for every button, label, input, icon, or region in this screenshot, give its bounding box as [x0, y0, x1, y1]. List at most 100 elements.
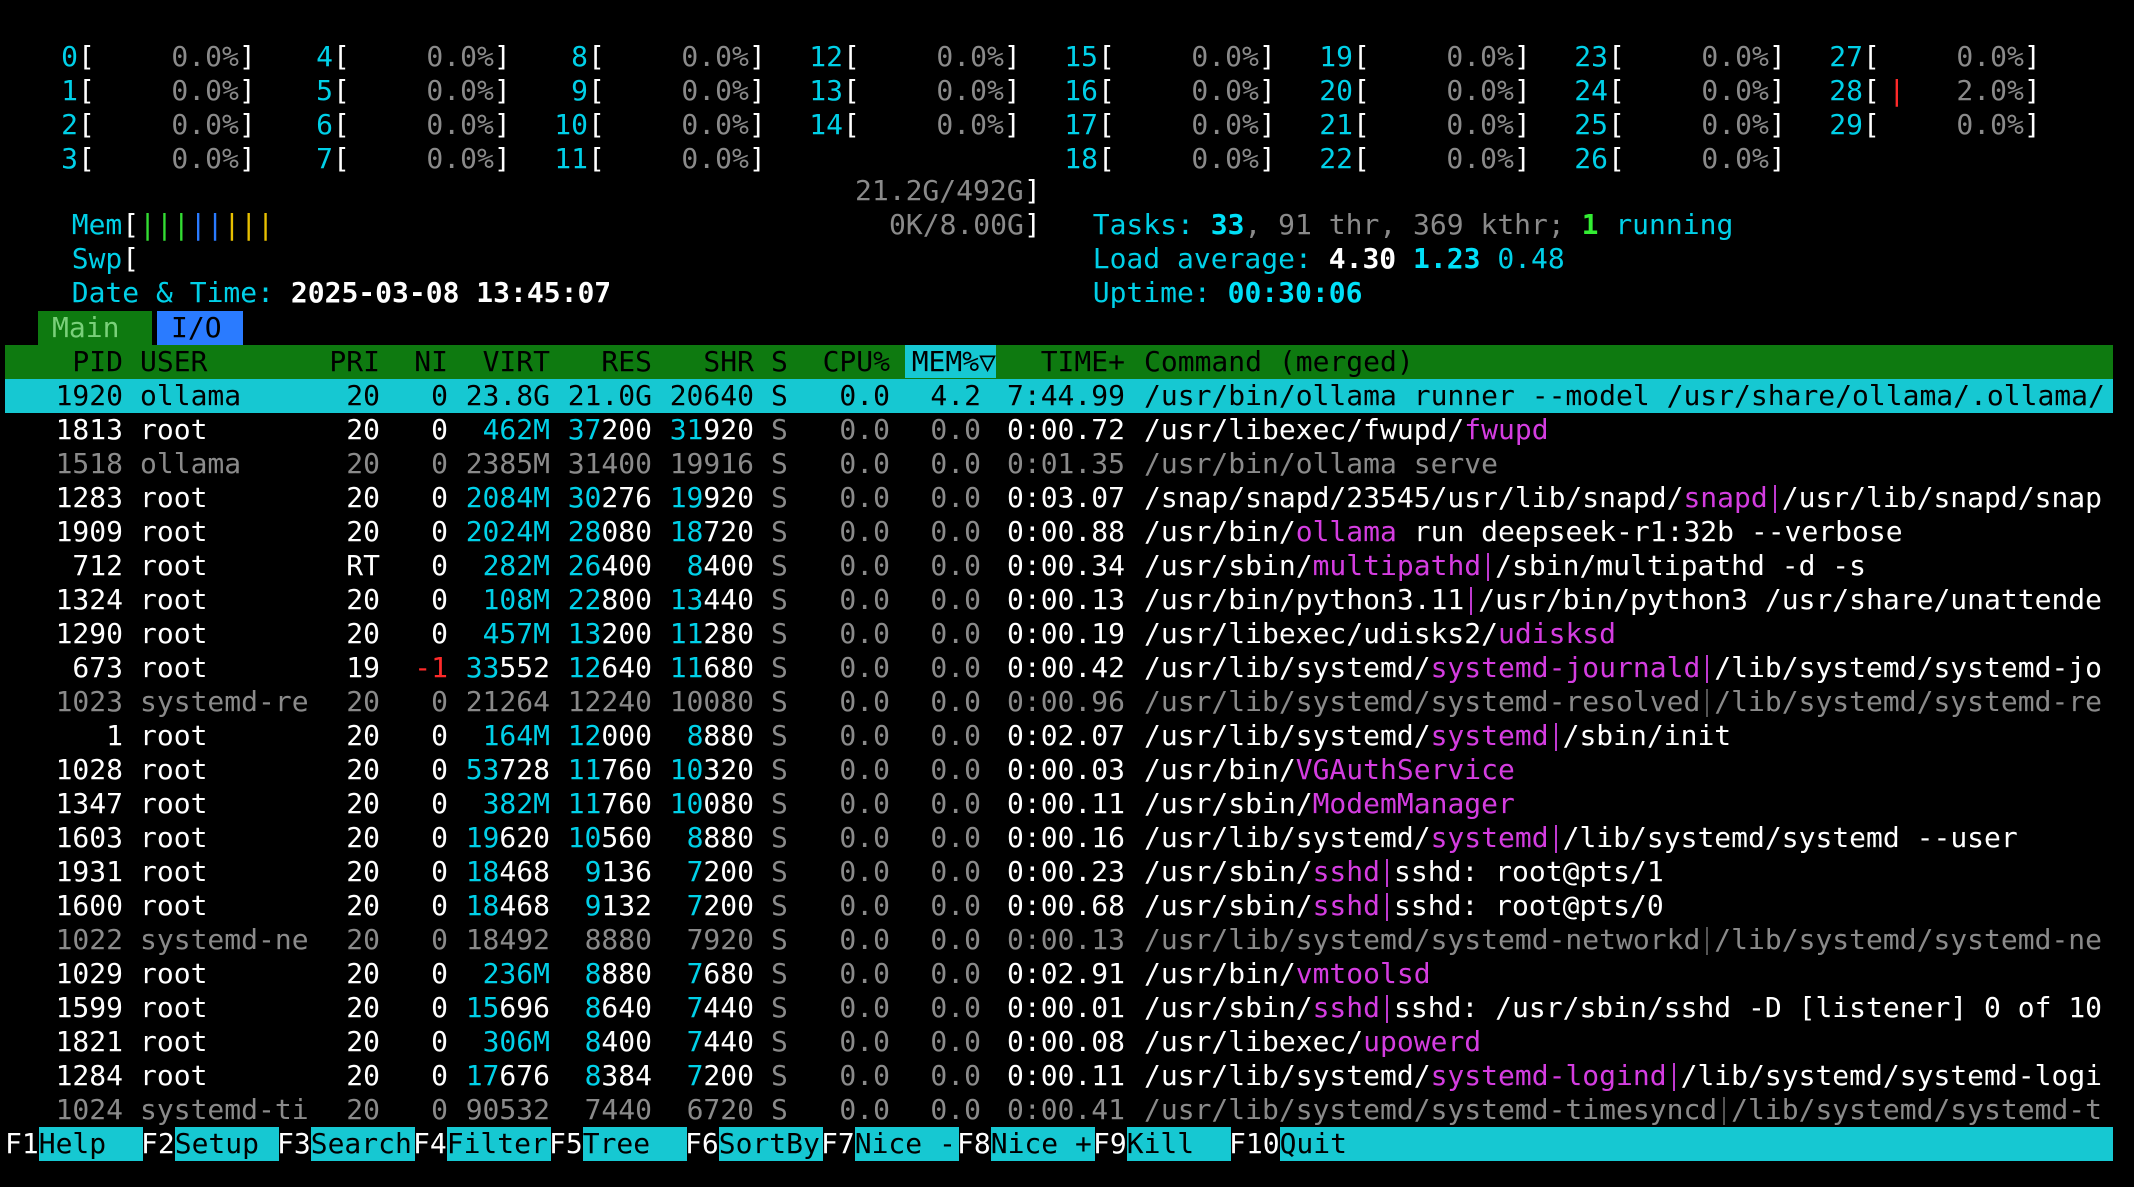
process-row[interactable]: 1920 ollama 20 0 23.8G 21.0G 20640 S 0.0 4.2 7:44.… — [5, 379, 2113, 413]
cell-pri: 20 — [346, 1093, 380, 1126]
fnkey-kill[interactable]: F9Kill — [1093, 1127, 1231, 1161]
col-virt[interactable]: VIRT — [448, 345, 550, 378]
col-command[interactable]: Command (merged) — [1144, 345, 1414, 378]
fnkey-label: Search — [310, 1127, 415, 1161]
process-row[interactable]: 1028 root 20 0 53728 11760 10320 S 0.0 0.0 0:00.03… — [5, 753, 2113, 787]
cpu-bracket-close: ] — [238, 142, 256, 175]
cell-cpu: 0.0 — [839, 991, 890, 1024]
process-row[interactable]: 1290 root 20 0 457M 13200 11280 S 0.0 0.0 0:00.19 /… — [5, 617, 2113, 651]
cpu-bracket-open: [ — [333, 142, 350, 175]
cell-mem: 0.0 — [930, 991, 981, 1024]
process-row[interactable]: 1813 root 20 0 462M 37200 31920 S 0.0 0.0 0:00.72 /… — [5, 413, 2113, 447]
cell-pid: 1024 — [55, 1093, 123, 1126]
cell-shr: 6720 — [686, 1093, 754, 1126]
cpu-meter-22: 22[0.0%] — [1302, 142, 1552, 176]
process-row[interactable]: 1022 systemd-ne 20 0 18492 8880 7920 S 0.0 0.0 0:0… — [5, 923, 2113, 957]
cell-ni: -1 — [414, 651, 448, 684]
process-row[interactable]: 1 root 20 0 164M 12000 8880 S 0.0 0.0 0:02.07/usr/… — [5, 719, 2113, 753]
cell-command: /usr/bin/VGAuthService — [1144, 753, 1515, 786]
cell-pri: 20 — [346, 379, 380, 412]
cell-ni: 0 — [431, 787, 448, 820]
cell-mem: 0.0 — [930, 889, 981, 922]
process-row[interactable]: 1600 root 20 0 18468 9132 7200 S 0.0 0.0 0:00.68/u… — [5, 889, 2113, 923]
col-shr[interactable]: SHR — [652, 345, 754, 378]
cpu-value: 0.0% — [171, 142, 239, 175]
cell-mem: 0.0 — [930, 651, 981, 684]
fnkey-quit[interactable]: F10Quit — [1229, 1127, 2113, 1161]
cpu-number: 28 — [1829, 74, 1863, 107]
cell-time: 0:00.72 — [1006, 413, 1125, 446]
fnkey-label: Quit — [1279, 1127, 2113, 1161]
cpu-bracket-open: [ — [1608, 108, 1625, 141]
cell-ni: 0 — [431, 923, 448, 956]
fnkey-search[interactable]: F3Search — [277, 1127, 415, 1161]
cell-s: S — [771, 549, 788, 582]
process-row[interactable]: 1821 root 20 0 306M 8400 7440 S 0.0 0.0 0:00.08/us… — [5, 1025, 2113, 1059]
fnkey-label: Nice - — [854, 1127, 959, 1161]
col-time[interactable]: TIME+ — [1006, 345, 1125, 378]
datetime-label: Date & Time: — [71, 276, 275, 309]
cell-virt: 17676 — [465, 1059, 550, 1092]
col-user[interactable]: USER — [140, 345, 207, 378]
process-row[interactable]: 1603 root 20 0 19620 10560 8880 S 0.0 0.0 0:00.16 /… — [5, 821, 2113, 855]
cell-mem: 0.0 — [930, 1025, 981, 1058]
cpu-bracket-open: [ — [1863, 40, 1880, 73]
col-pid[interactable]: PID — [5, 345, 123, 378]
cell-ni: 0 — [431, 821, 448, 854]
cpu-number: 26 — [1574, 142, 1608, 175]
cell-shr: 7920 — [686, 923, 754, 956]
cpu-bracket-open: [ — [333, 108, 350, 141]
cell-mem: 0.0 — [930, 753, 981, 786]
process-row[interactable]: 673 root 19 -1 33552 12640 11680 S 0.0 0.0 0:00.42… — [5, 651, 2113, 685]
fnkey-nice[interactable]: F8Nice + — [957, 1127, 1095, 1161]
cell-cpu: 0.0 — [839, 413, 890, 446]
process-row[interactable]: 1029 root 20 0 236M 8880 7680 S 0.0 0.0 0:02.91/us… — [5, 957, 2113, 991]
cell-pid: 1 — [106, 719, 123, 752]
fnkey-tree[interactable]: F5Tree — [549, 1127, 687, 1161]
process-row[interactable]: 1599 root 20 0 15696 8640 7440 S 0.0 0.0 0:00.01/u… — [5, 991, 2113, 1025]
process-row[interactable]: 1518 ollama 20 0 2385M 31400 19916 S 0.0 0.0 0:01.… — [5, 447, 2113, 481]
cell-pri: 20 — [346, 753, 380, 786]
cell-cpu: 0.0 — [839, 719, 890, 752]
process-row[interactable]: 1023 systemd-re 20 0 21264 12240 10080 S 0.0 0.0 0… — [5, 685, 2113, 719]
process-row[interactable]: 1024 systemd-ti 20 0 90532 7440 6720 S 0.0 0.0 0:0… — [5, 1093, 2113, 1127]
process-row[interactable]: 1284 root 20 0 17676 8384 7200 S 0.0 0.0 0:00.11/u… — [5, 1059, 2113, 1093]
cpu-meter-1: 1[0.0%] — [27, 74, 277, 108]
fnkey-nice[interactable]: F7Nice - — [821, 1127, 959, 1161]
process-row[interactable]: 1931 root 20 0 18468 9136 7200 S 0.0 0.0 0:00.23/u… — [5, 855, 2113, 889]
process-row[interactable]: 1283 root 20 0 2084M 30276 19920 S 0.0 0.0 0:03.07… — [5, 481, 2113, 515]
col-ni[interactable]: NI — [380, 345, 448, 378]
cell-cpu: 0.0 — [839, 447, 890, 480]
fnkey-key: F2 — [141, 1127, 175, 1160]
mem-meter: Mem[|||||||| — [71, 208, 275, 241]
col-state[interactable]: S — [771, 345, 788, 378]
cell-shr: 20640 — [669, 379, 754, 412]
cpu-bracket-close: ] — [1768, 40, 1786, 73]
col-res[interactable]: RES — [550, 345, 652, 378]
cpu-number: 20 — [1319, 74, 1353, 107]
col-cpu[interactable]: CPU% — [788, 345, 890, 378]
process-row[interactable]: 1324 root 20 0 108M 22800 13440 S 0.0 0.0 0:00.13 /… — [5, 583, 2113, 617]
cell-s: S — [771, 583, 788, 616]
tab-main[interactable]: Main — [38, 311, 152, 345]
uptime-label: Uptime: — [1092, 276, 1211, 309]
cell-time: 0:00.08 — [1006, 1025, 1125, 1058]
fnkey-setup[interactable]: F2Setup — [141, 1127, 279, 1161]
fnkey-sortby[interactable]: F6SortBy — [685, 1127, 823, 1161]
col-mem-sorted[interactable]: MEM%▽ — [905, 345, 996, 378]
cell-command: /usr/bin/ollama run deepseek-r1:32b --ve… — [1144, 515, 1903, 548]
cell-pri: 20 — [346, 685, 380, 718]
process-row[interactable]: 1347 root 20 0 382M 11760 10080 S 0.0 0.0 0:00.11 /… — [5, 787, 2113, 821]
cell-virt: 53728 — [465, 753, 550, 786]
tab-io[interactable]: I/O — [157, 311, 243, 345]
col-pri[interactable]: PRI — [305, 345, 380, 378]
cell-virt: 18492 — [465, 923, 550, 956]
process-row[interactable]: 712 root RT 0 282M 26400 8400 S 0.0 0.0 0:00.34/us… — [5, 549, 2113, 583]
cpu-bracket-close: ] — [1258, 108, 1276, 141]
cpu-bracket-open: [ — [333, 40, 350, 73]
fnkey-filter[interactable]: F4Filter — [413, 1127, 551, 1161]
process-row[interactable]: 1909 root 20 0 2024M 28080 18720 S 0.0 0.0 0:00.88… — [5, 515, 2113, 549]
fnkey-help[interactable]: F1Help — [5, 1127, 143, 1161]
cell-command: /usr/sbin/sshd sshd: /usr/sbin/sshd -D [l… — [1144, 991, 2103, 1024]
cpu-bracket-open: [ — [78, 108, 95, 141]
